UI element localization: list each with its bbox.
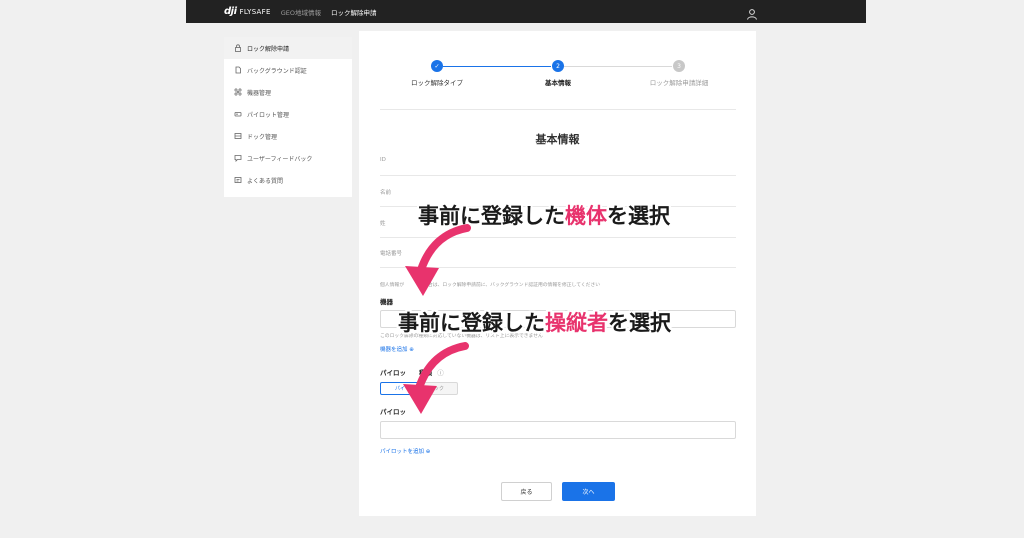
- annotation-text: を選択: [608, 311, 671, 335]
- sidebar-item-label: ロック解除申請: [247, 45, 290, 53]
- pilot-icon: [234, 110, 242, 118]
- pilot-select[interactable]: [380, 421, 736, 439]
- annotation-highlight: 操縦者: [545, 311, 608, 335]
- sidebar-item-dock-management[interactable]: ドック管理: [224, 125, 352, 147]
- document-icon: [234, 66, 242, 74]
- step-2-number: 2: [556, 62, 560, 70]
- nav-geo-info[interactable]: GEO地域情報: [281, 7, 321, 17]
- id-field-line: [380, 175, 736, 176]
- lock-icon: [234, 44, 242, 52]
- check-icon: ✓: [434, 62, 440, 70]
- annotation-highlight: 機体: [565, 204, 607, 228]
- faq-icon: [234, 176, 242, 184]
- step-1-label: ロック解除タイプ: [411, 79, 463, 87]
- annotation-text: を選択: [607, 204, 670, 228]
- sidebar-item-user-feedback[interactable]: ユーザーフィードバック: [224, 147, 352, 169]
- nav-unlock-request[interactable]: ロック解除申請: [331, 7, 377, 17]
- flysafe-logo-text: FLYSAFE: [239, 7, 271, 16]
- sidebar-item-pilot-management[interactable]: パイロット管理: [224, 103, 352, 125]
- sidebar-item-background-auth[interactable]: バックグラウンド認証: [224, 59, 352, 81]
- step-2-label: 基本情報: [545, 79, 571, 87]
- step-1-circle: ✓: [431, 60, 443, 72]
- stepper-divider: [380, 109, 736, 110]
- sidebar-item-label: バックグラウンド認証: [247, 67, 307, 75]
- sidebar-item-label: ユーザーフィードバック: [247, 155, 313, 163]
- sidebar-item-unlock-request[interactable]: ロック解除申請: [224, 37, 352, 59]
- add-pilot-link[interactable]: パイロットを追加 ⊕: [380, 447, 430, 455]
- device-label: 機器: [380, 298, 393, 306]
- drone-icon: [234, 88, 242, 96]
- user-icon[interactable]: [746, 5, 758, 20]
- first-name-label: 名前: [380, 190, 392, 196]
- sidebar-item-label: よくある質問: [247, 177, 284, 185]
- sidebar-item-label: パイロット管理: [247, 111, 290, 119]
- annotation-select-pilot: 事前に登録した操縦者を選択: [398, 307, 671, 337]
- annotation-text: 事前に登録した: [398, 311, 545, 335]
- step-line-1: [443, 66, 551, 67]
- last-name-label: 姓: [380, 221, 386, 227]
- step-3-label: ロック解除申請詳細: [649, 79, 709, 87]
- id-label: ID: [380, 157, 386, 163]
- sidebar: ロック解除申請 バックグラウンド認証 機器管理 パイロット管理 ドック管理 ユー…: [224, 37, 352, 197]
- step-3-circle: 3: [673, 60, 685, 72]
- annotation-arrow-2: [403, 342, 469, 414]
- dock-icon: [234, 132, 242, 140]
- section-title: 基本情報: [535, 133, 580, 146]
- back-button[interactable]: 戻る: [501, 482, 552, 501]
- flysafe-logo[interactable]: dji FLYSAFE: [224, 6, 271, 17]
- step-2-circle: 2: [552, 60, 564, 72]
- feedback-icon: [234, 154, 242, 162]
- step-line-2: [564, 66, 672, 67]
- sidebar-item-faq[interactable]: よくある質問: [224, 169, 352, 191]
- sidebar-item-label: 機器管理: [247, 89, 272, 97]
- next-button[interactable]: 次へ: [562, 482, 615, 501]
- dji-logo-mark: dji: [224, 6, 237, 17]
- annotation-arrow-1: [405, 224, 471, 296]
- sidebar-item-device-management[interactable]: 機器管理: [224, 81, 352, 103]
- sidebar-item-label: ドック管理: [247, 133, 278, 141]
- step-3-number: 3: [677, 62, 681, 70]
- top-bar: dji FLYSAFE GEO地域情報 ロック解除申請: [186, 0, 866, 23]
- stepper: ✓ 2 3 ロック解除タイプ 基本情報 ロック解除申請詳細: [359, 31, 756, 111]
